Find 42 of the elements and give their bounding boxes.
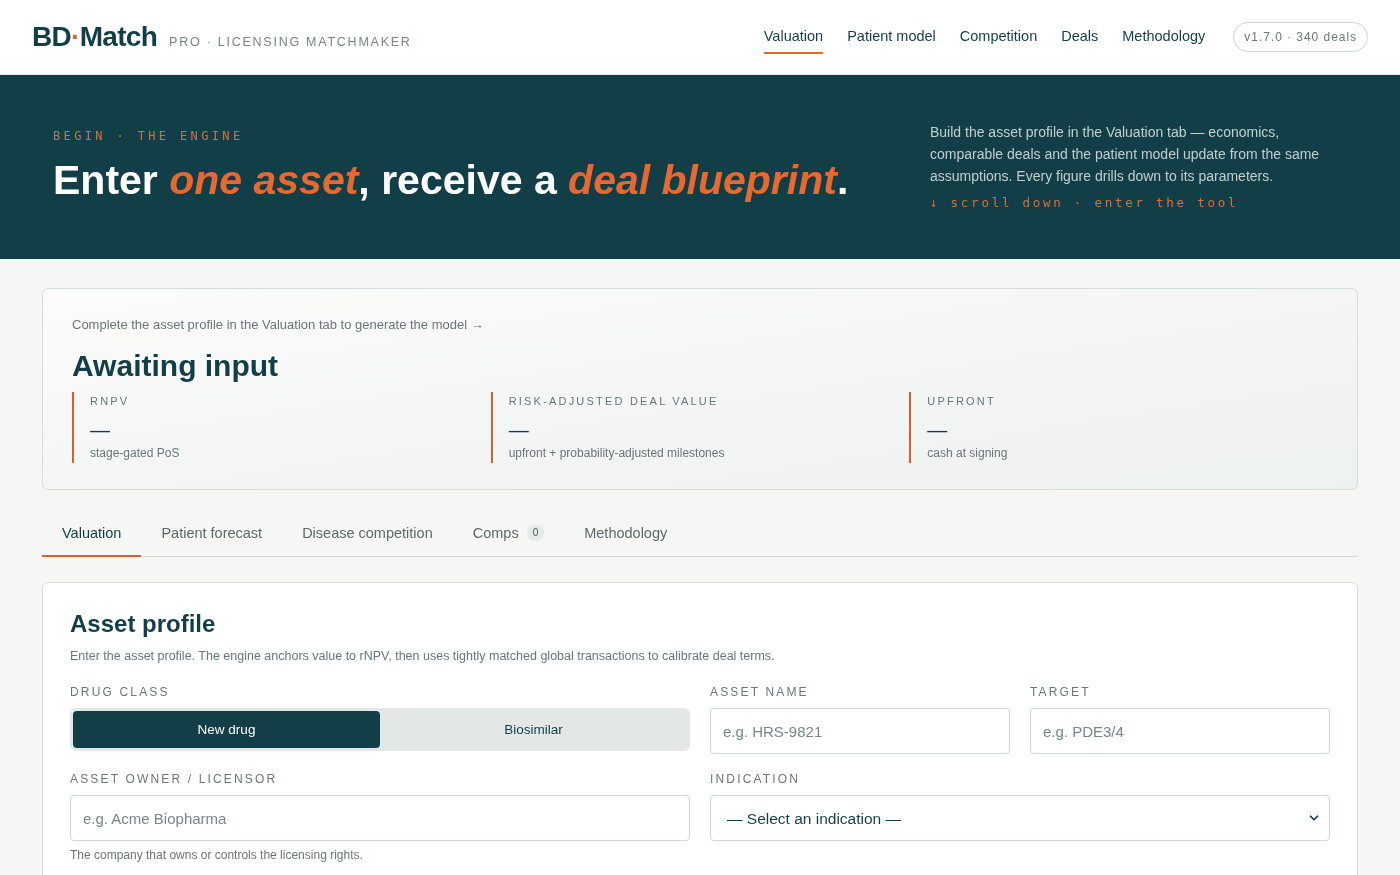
segment-option[interactable]: Biosimilar	[380, 711, 687, 749]
count-badge: 0	[526, 525, 545, 542]
text-input[interactable]: e.g. HRS-9821	[710, 708, 1010, 755]
metric-note: cash at signing	[927, 444, 1008, 462]
metric-value: —	[508, 417, 529, 442]
metric-note: stage-gated PoS	[90, 444, 180, 462]
tagline: PRO · LICENSING MATCHMAKER	[169, 33, 412, 51]
field-label: TARGET	[1030, 685, 1092, 700]
tab[interactable]: Methodology	[564, 511, 688, 558]
scroll-hint: ↓ scroll down · enter the tool	[930, 194, 1239, 213]
eyebrow-text: BEGIN · THE ENGINE	[53, 128, 244, 146]
text-input[interactable]: e.g. Acme Biopharma	[70, 795, 690, 842]
summary-hint: Complete the asset profile in the Valuation tab to generate the model →	[72, 316, 485, 334]
field-label: ASSET NAME	[710, 685, 810, 700]
section-title: Asset profile	[70, 609, 217, 640]
metric-value: —	[927, 417, 948, 442]
hero-description: Build the asset profile in the Valuation tab — economics, comparable deals and the patient model update from the same assumptions. Every figure drills down to its parameters.	[930, 123, 1321, 187]
metric-label: UPFRONT	[927, 394, 996, 409]
field-label: INDICATION	[710, 772, 802, 787]
nav-link[interactable]: Valuation	[763, 20, 824, 54]
indication-select[interactable]: — Select an indication —	[710, 795, 1330, 842]
nav-link[interactable]: Competition	[959, 20, 1038, 54]
hero-headline: Enter one asset, receive a deal blueprint.	[53, 156, 849, 206]
metric-value: —	[90, 417, 110, 442]
tab[interactable]: Disease competition	[282, 511, 453, 558]
metric-label: RISK-ADJUSTED DEAL VALUE	[508, 394, 719, 409]
segment-option[interactable]: New drug	[73, 711, 380, 749]
logo[interactable]: BD·Match	[32, 22, 158, 51]
help-text: The company that owns or controls the licensing rights.	[70, 848, 364, 863]
tab[interactable]: Comps 0	[452, 511, 565, 558]
tab[interactable]: Patient forecast	[141, 511, 283, 558]
nav-link[interactable]: Patient model	[847, 20, 936, 54]
text-input[interactable]: e.g. PDE3/4	[1030, 708, 1330, 755]
field-label: DRUG CLASS	[70, 685, 171, 700]
metric-label: RNPV	[90, 394, 130, 409]
section-description: Enter the asset profile. The engine anchors value to rNPV, then uses tightly matched global transactions to calibrate deal terms.	[70, 648, 776, 665]
field-label: ASSET OWNER / LICENSOR	[70, 772, 279, 787]
nav-link[interactable]: Deals	[1061, 20, 1099, 54]
metric-note: upfront + probability-adjusted milestones	[508, 444, 725, 462]
tab[interactable]: Valuation	[42, 511, 142, 558]
summary-title: Awaiting input	[72, 347, 280, 384]
nav-link[interactable]: Methodology	[1122, 20, 1206, 54]
